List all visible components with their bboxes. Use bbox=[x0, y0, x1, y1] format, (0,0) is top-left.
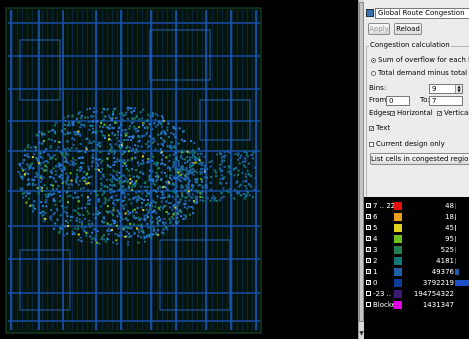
legend-count: 48 bbox=[445, 202, 454, 210]
legend-row[interactable]: ✓ 3 525 bbox=[364, 245, 469, 255]
apply-button[interactable]: Apply bbox=[368, 23, 390, 35]
legend-count: 4181 bbox=[436, 257, 454, 265]
legend-row[interactable]: ✓ 0 3792219 bbox=[364, 278, 469, 288]
legend-visibility-checkbox[interactable]: ✓ bbox=[366, 225, 371, 231]
text-label: Text bbox=[376, 124, 391, 132]
legend-row[interactable]: -23 .. -1 194754322 bbox=[364, 289, 469, 299]
legend-histogram-bar bbox=[455, 236, 456, 242]
legend-color-swatch bbox=[394, 224, 402, 232]
legend-histogram-bar bbox=[455, 203, 456, 209]
total-demand-radio[interactable] bbox=[371, 71, 376, 76]
current-design-checkbox[interactable] bbox=[369, 142, 374, 147]
total-demand-label: Total demand minus total supply bbox=[378, 69, 469, 77]
legend-histogram-bar bbox=[455, 225, 456, 231]
bins-label: Bins: bbox=[369, 84, 387, 92]
legend-visibility-checkbox[interactable] bbox=[366, 302, 371, 307]
bins-spinner-icon[interactable]: ▲ ▼ bbox=[455, 85, 462, 93]
group-title: Congestion calculation bbox=[369, 41, 451, 50]
legend-histogram-bar bbox=[455, 280, 469, 286]
legend-bin-label: 3 bbox=[373, 246, 378, 254]
horizontal-label: Horizontal bbox=[397, 109, 433, 117]
bins-input[interactable]: 9 ▲ ▼ bbox=[429, 84, 463, 94]
from-input[interactable]: 0 bbox=[386, 96, 410, 106]
bins-value: 9 bbox=[432, 85, 437, 93]
map-icon bbox=[366, 9, 374, 17]
current-design-label: Current design only bbox=[376, 140, 445, 148]
reload-button[interactable]: Reload bbox=[394, 23, 422, 35]
legend-bin-label: 7 .. 22 bbox=[373, 202, 396, 210]
legend-count: 95 bbox=[445, 235, 454, 243]
legend-bin-label: 2 bbox=[373, 257, 378, 265]
legend-visibility-checkbox[interactable]: ✓ bbox=[366, 236, 371, 242]
sum-overflow-radio[interactable] bbox=[371, 58, 376, 63]
legend-count: 194754322 bbox=[413, 290, 454, 298]
to-input[interactable]: 7 bbox=[429, 96, 463, 106]
text-checkbox[interactable]: ✓ bbox=[369, 126, 374, 132]
legend-row[interactable]: ✓ 2 4181 bbox=[364, 256, 469, 266]
legend-row[interactable]: ✓ 6 18 bbox=[364, 212, 469, 222]
list-cells-button[interactable]: List cells in congested region... bbox=[370, 153, 469, 165]
legend-color-swatch bbox=[394, 213, 402, 221]
legend-visibility-checkbox[interactable]: ✓ bbox=[366, 280, 371, 286]
legend-row[interactable]: ✓ 1 49376 bbox=[364, 267, 469, 277]
congestion-panel: Global Route Congestion Apply Reload Con… bbox=[364, 0, 469, 339]
legend-color-swatch bbox=[394, 246, 402, 254]
map-selector[interactable]: Global Route Congestion bbox=[366, 8, 469, 19]
legend-visibility-checkbox[interactable] bbox=[366, 291, 371, 296]
legend-count: 3792219 bbox=[422, 279, 454, 287]
legend-count: 1431347 bbox=[422, 301, 454, 309]
legend-color-swatch bbox=[394, 301, 402, 309]
legend-row[interactable]: ✓ 5 45 bbox=[364, 223, 469, 233]
legend-visibility-checkbox[interactable]: ✓ bbox=[366, 258, 371, 264]
layout-canvas[interactable] bbox=[0, 0, 358, 339]
vertical-label: Vertical bbox=[444, 109, 469, 117]
legend-visibility-checkbox[interactable]: ✓ bbox=[366, 214, 371, 220]
legend-bin-label: 6 bbox=[373, 213, 378, 221]
congestion-map[interactable] bbox=[0, 0, 358, 339]
legend-color-swatch bbox=[394, 235, 402, 243]
legend-count: 49376 bbox=[431, 268, 454, 276]
legend-bin-label: 1 bbox=[373, 268, 378, 276]
legend-histogram-bar bbox=[455, 247, 456, 253]
legend-row[interactable]: ✓ 4 95 bbox=[364, 234, 469, 244]
legend-color-swatch bbox=[394, 202, 402, 210]
map-type-select[interactable]: Global Route Congestion bbox=[375, 8, 469, 19]
legend-visibility-checkbox[interactable]: ✓ bbox=[366, 269, 371, 275]
legend-row[interactable]: Blocked 1431347 bbox=[364, 300, 469, 310]
legend-color-swatch bbox=[394, 290, 402, 298]
horizontal-checkbox[interactable]: ✓ bbox=[390, 111, 395, 117]
congestion-legend: ✓ 7 .. 22 48 ✓ 6 18 ✓ 5 45 ✓ 4 95 ✓ 3 525 ✓ 2 4181 ✓ 1 49376… bbox=[364, 197, 469, 339]
legend-color-swatch bbox=[394, 268, 402, 276]
legend-histogram-bar bbox=[455, 258, 456, 264]
legend-row[interactable]: ✓ 7 .. 22 48 bbox=[364, 201, 469, 211]
legend-bin-label: 4 bbox=[373, 235, 378, 243]
legend-visibility-checkbox[interactable]: ✓ bbox=[366, 203, 371, 209]
legend-histogram-bar bbox=[455, 214, 456, 220]
legend-histogram-bar bbox=[455, 269, 459, 275]
legend-count: 45 bbox=[445, 224, 454, 232]
legend-visibility-checkbox[interactable]: ✓ bbox=[366, 247, 371, 253]
sum-overflow-label: Sum of overflow for each layer bbox=[378, 56, 469, 64]
legend-count: 525 bbox=[440, 246, 454, 254]
legend-bin-label: 0 bbox=[373, 279, 378, 287]
legend-color-swatch bbox=[394, 279, 402, 287]
legend-bin-label: 5 bbox=[373, 224, 378, 232]
vertical-checkbox[interactable]: ✓ bbox=[437, 111, 442, 117]
legend-color-swatch bbox=[394, 257, 402, 265]
legend-count: 18 bbox=[445, 213, 454, 221]
